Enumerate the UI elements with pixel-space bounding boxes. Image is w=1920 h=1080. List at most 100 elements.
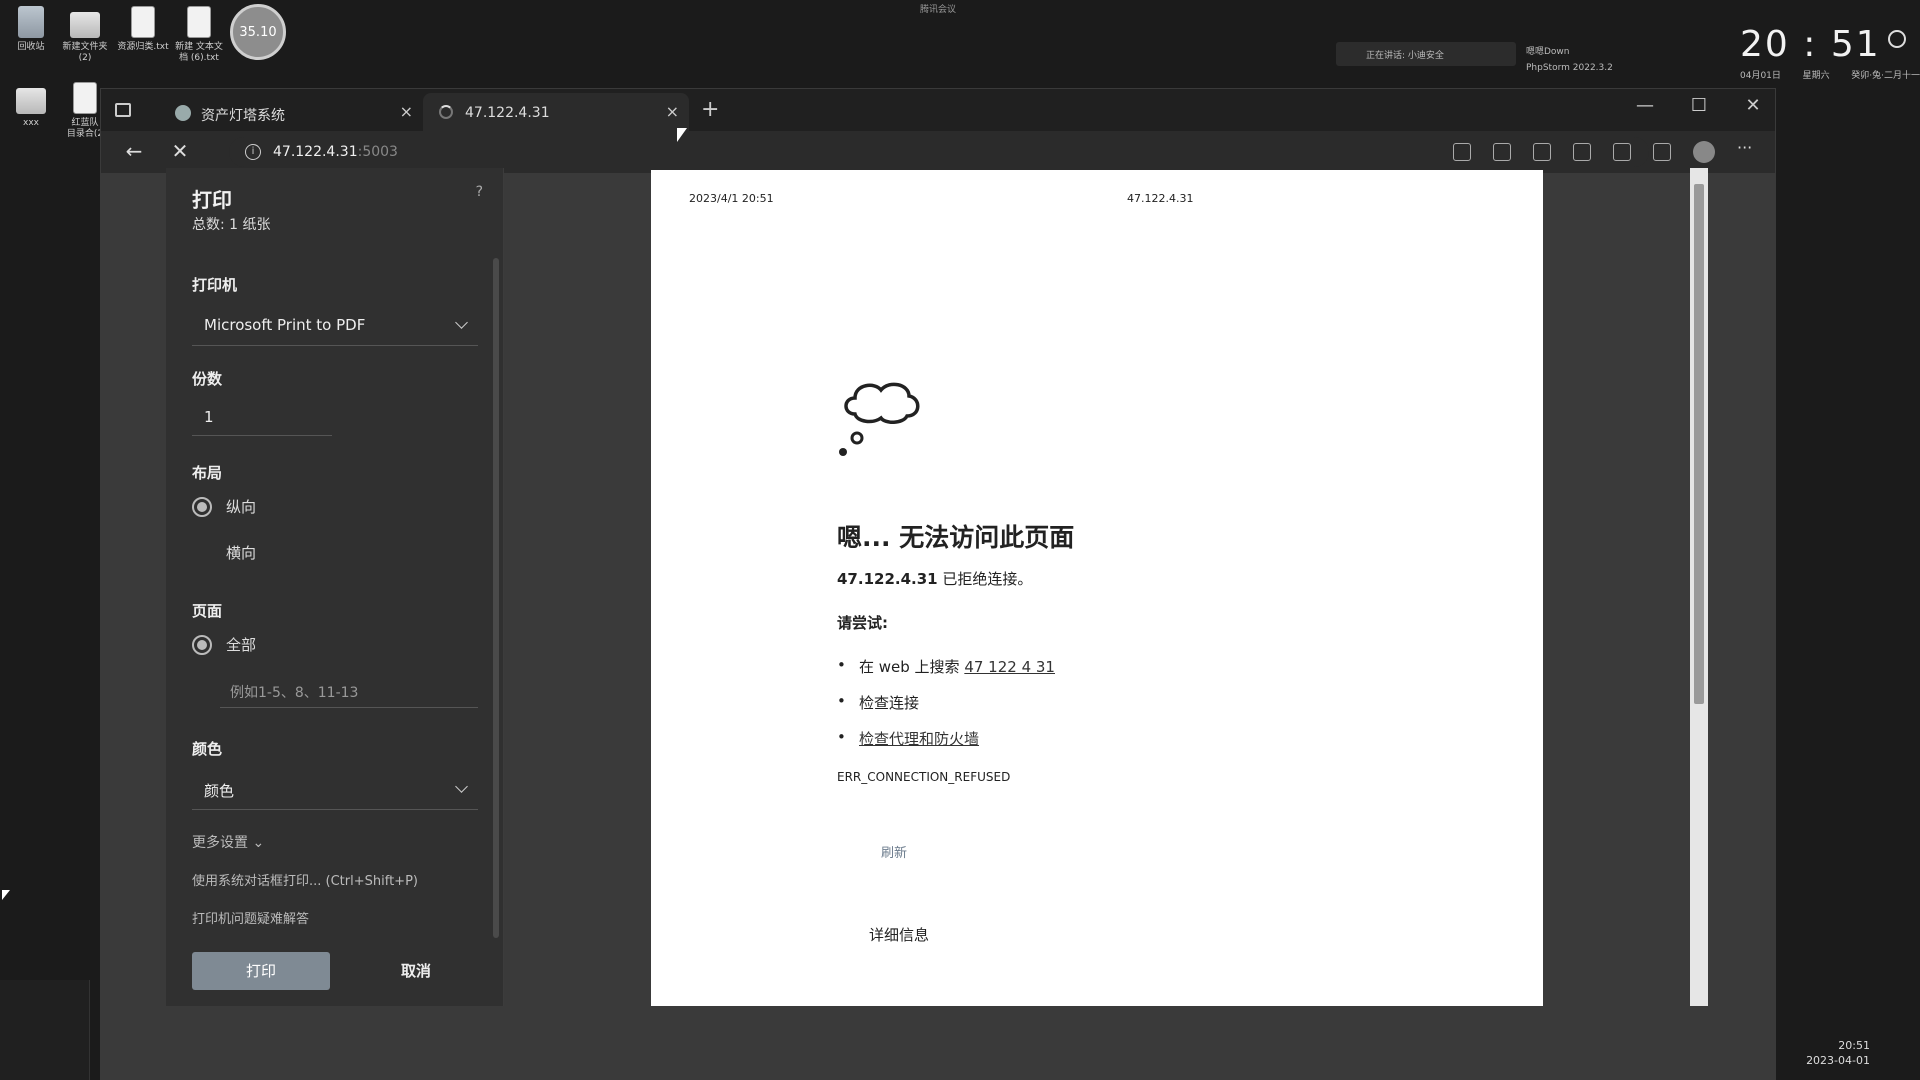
- new-tab-button[interactable]: +: [701, 97, 719, 122]
- color-value: 颜色: [204, 782, 235, 800]
- close-tab-icon[interactable]: ×: [400, 102, 413, 121]
- printer-value: Microsoft Print to PDF: [204, 316, 366, 334]
- panel-scrollbar[interactable]: [493, 258, 499, 938]
- preview-scrollbar[interactable]: [1690, 168, 1708, 1006]
- radio-label: 全部: [226, 636, 257, 654]
- address-port: :5003: [357, 144, 398, 160]
- desktop-date-line: 04月01日 星期六 癸卯·兔·二月十一: [1740, 68, 1920, 81]
- desktop-folder-icon[interactable]: xxx: [0, 82, 62, 129]
- sheet-count: 总数: 1 纸张: [192, 217, 271, 233]
- apps-icon[interactable]: [1493, 143, 1511, 161]
- search-link[interactable]: 47 122 4 31: [964, 658, 1055, 676]
- layout-label: 布局: [192, 464, 223, 482]
- preview-header-date: 2023/4/1 20:51: [689, 192, 774, 205]
- toolbar-icons: ···: [1453, 140, 1755, 163]
- help-icon[interactable]: ?: [476, 184, 483, 200]
- desktop-clock: 20 : 51: [1740, 24, 1881, 65]
- proxy-firewall-link[interactable]: 检查代理和防火墙: [859, 730, 979, 748]
- address-bar[interactable]: i 47.122.4.31:5003: [229, 137, 1649, 167]
- color-label: 颜色: [192, 740, 223, 758]
- details-button: 详细信息: [869, 926, 930, 944]
- pages-all-radio[interactable]: 全部: [192, 634, 256, 658]
- recent-item[interactable]: 嗯嗯Down: [1526, 44, 1613, 60]
- suggestion-proxy-firewall: 检查代理和防火墙: [837, 728, 979, 749]
- desktop-text-file-icon[interactable]: 资源归类.txt: [112, 6, 174, 53]
- preview-header-host: 47.122.4.31: [1127, 192, 1194, 205]
- tab-asset-system[interactable]: 资产灯塔系统 ×: [159, 93, 423, 131]
- back-button[interactable]: ←: [121, 139, 147, 163]
- radio-label: 纵向: [226, 498, 257, 516]
- browser-toolbar: ← ✕ i 47.122.4.31:5003 ···: [101, 131, 1775, 173]
- desktop-icon-label: 资源归类.txt: [117, 42, 169, 52]
- print-preview-page: 2023/4/1 20:51 47.122.4.31 嗯... 无法访问此页面 …: [651, 170, 1543, 1006]
- close-tab-icon[interactable]: ×: [666, 102, 679, 121]
- tab-bar: 资产灯塔系统 × 47.122.4.31 × + — ☐ ✕: [101, 89, 1775, 131]
- brightness-icon[interactable]: [1888, 30, 1906, 48]
- layout-landscape-radio[interactable]: 横向: [192, 542, 256, 566]
- immersive-reader-icon[interactable]: [1453, 143, 1471, 161]
- folder-glyph: [16, 88, 46, 114]
- copies-input[interactable]: 1: [192, 400, 332, 436]
- speaking-notification: 正在讲话: 小迪安全: [1336, 42, 1516, 66]
- meeting-indicator: 腾讯会议: [920, 5, 957, 15]
- error-heading: 嗯... 无法访问此页面: [837, 523, 1075, 552]
- desktop-text-file-icon[interactable]: 新建 文本文 档 (6).txt: [168, 6, 230, 64]
- collections-icon[interactable]: [1653, 143, 1671, 161]
- tab-actions-icon[interactable]: [115, 103, 131, 117]
- desktop-folder-icon[interactable]: 新建文件夹 (2): [54, 6, 116, 64]
- clock-lunar: 癸卯·兔·二月十一: [1851, 71, 1920, 81]
- favicon-icon: [175, 105, 191, 121]
- system-dialog-link[interactable]: 使用系统对话框打印... (Ctrl+Shift+P): [192, 870, 418, 889]
- mouse-pointer-icon: [2, 890, 10, 900]
- desktop-icon-label: xxx: [23, 118, 39, 128]
- read-aloud-icon[interactable]: [1533, 143, 1551, 161]
- layout-portrait-radio[interactable]: 纵向: [192, 496, 256, 520]
- cancel-button[interactable]: 取消: [354, 952, 478, 990]
- printer-troubleshoot-link[interactable]: 打印机问题疑难解答: [192, 908, 309, 927]
- recent-item[interactable]: PhpStorm 2022.3.2: [1526, 60, 1613, 76]
- recycle-bin-glyph: [18, 6, 44, 38]
- radio-selected-icon: [192, 635, 212, 655]
- maximize-button[interactable]: ☐: [1687, 95, 1711, 116]
- stop-loading-button[interactable]: ✕: [167, 139, 193, 163]
- suggestion-search: 在 web 上搜索 47 122 4 31: [837, 656, 1055, 677]
- recent-list: 嗯嗯Down PhpStorm 2022.3.2: [1526, 44, 1613, 76]
- suggestion-text: 在 web 上搜索: [859, 658, 965, 676]
- taskbar-clock[interactable]: 20:51 2023-04-01: [1790, 1038, 1870, 1068]
- radio-selected-icon: [192, 497, 212, 517]
- more-settings-toggle[interactable]: 更多设置 ⌄: [192, 832, 264, 852]
- pages-label: 页面: [192, 602, 223, 620]
- recycle-bin-icon[interactable]: 回收站: [0, 6, 62, 53]
- tab-label: 47.122.4.31: [465, 105, 550, 121]
- taskbar-date: 2023-04-01: [1806, 1054, 1870, 1067]
- desktop-icon-label: 回收站: [17, 42, 45, 52]
- error-code: ERR_CONNECTION_REFUSED: [837, 770, 1011, 784]
- print-button[interactable]: 打印: [192, 952, 330, 990]
- refused-host: 47.122.4.31: [837, 570, 938, 588]
- try-label: 请尝试:: [837, 614, 888, 632]
- chevron-down-icon: [455, 780, 468, 793]
- printer-select[interactable]: Microsoft Print to PDF: [192, 306, 478, 346]
- document-glyph: [73, 82, 97, 114]
- taskbar-time: 20:51: [1838, 1039, 1870, 1052]
- color-select[interactable]: 颜色: [192, 770, 478, 810]
- minimize-button[interactable]: —: [1633, 95, 1657, 116]
- mouse-cursor-icon: [677, 128, 687, 142]
- site-info-icon[interactable]: i: [245, 144, 261, 160]
- copies-label: 份数: [192, 370, 223, 388]
- tab-active-ip[interactable]: 47.122.4.31 ×: [423, 93, 689, 131]
- clock-date: 04月01日: [1740, 71, 1781, 81]
- clock-weekday: 星期六: [1802, 71, 1830, 81]
- extensions-icon[interactable]: [1613, 143, 1631, 161]
- more-menu-button[interactable]: ···: [1737, 140, 1755, 161]
- folder-glyph: [70, 12, 100, 38]
- floating-circle-badge[interactable]: 35.10: [230, 4, 286, 60]
- page-range-input[interactable]: 例如1-5、8、11-13: [220, 676, 478, 708]
- thought-cloud-icon: [839, 382, 920, 456]
- add-favorite-icon[interactable]: [1573, 143, 1591, 161]
- scrollbar-thumb[interactable]: [1694, 184, 1704, 704]
- taskbar-left: [0, 980, 90, 1080]
- desktop-icon-label: 新建文件夹 (2): [62, 42, 108, 63]
- close-window-button[interactable]: ✕: [1741, 95, 1765, 116]
- profile-avatar[interactable]: [1693, 141, 1715, 163]
